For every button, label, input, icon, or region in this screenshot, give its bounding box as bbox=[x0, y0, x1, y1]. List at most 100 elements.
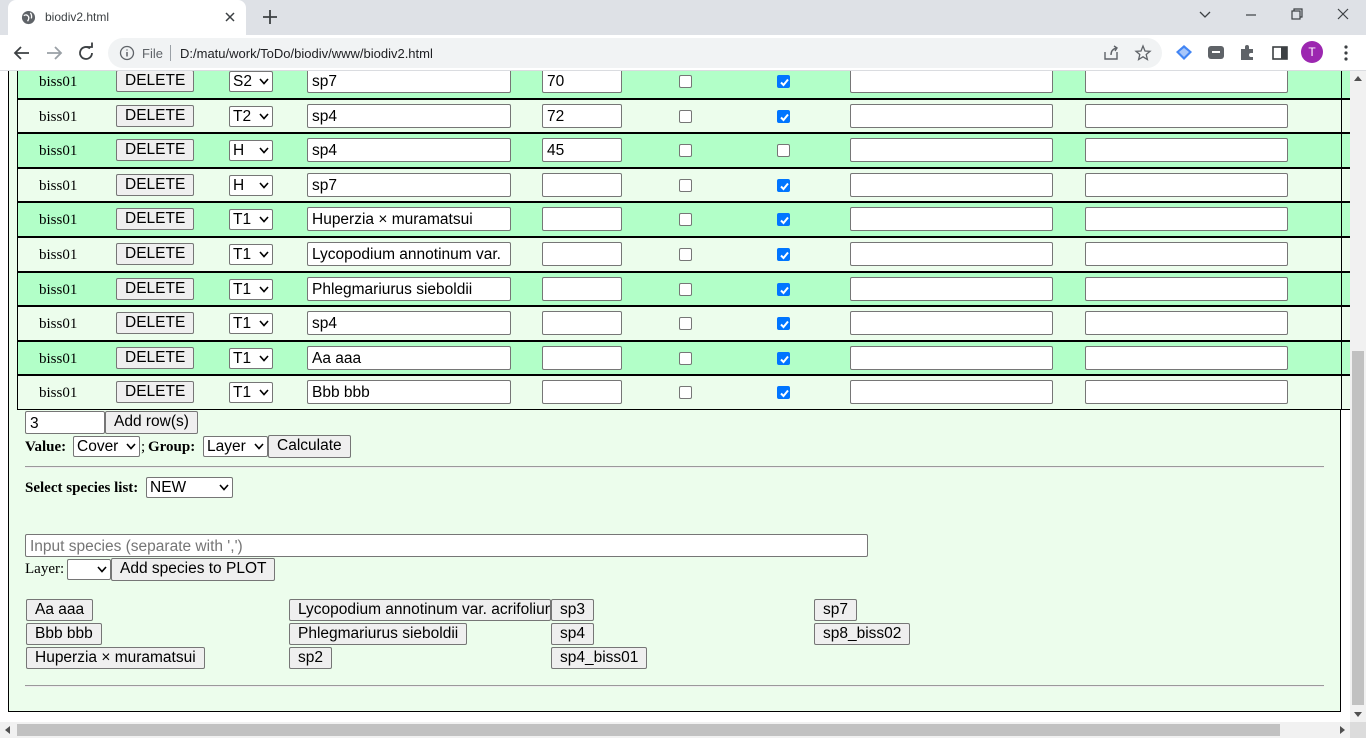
add-rows-button[interactable]: Add row(s) bbox=[105, 411, 198, 434]
checkbox[interactable] bbox=[679, 178, 692, 192]
info-icon[interactable] bbox=[119, 45, 135, 61]
new-tab-icon[interactable] bbox=[260, 7, 280, 27]
layer-select[interactable]: T1 bbox=[229, 209, 273, 231]
layer-select[interactable]: H bbox=[229, 174, 273, 196]
scroll-up-icon[interactable] bbox=[1354, 75, 1362, 81]
species-button[interactable]: sp2 bbox=[289, 647, 332, 669]
checkbox[interactable] bbox=[679, 109, 692, 123]
add-species-button[interactable]: Add species to PLOT bbox=[111, 558, 276, 581]
address-bar[interactable]: File D:/matu/work/ToDo/biodiv/www/biodiv… bbox=[108, 38, 1162, 68]
value-field[interactable]: 70 bbox=[542, 71, 622, 93]
group-select[interactable]: Layer bbox=[203, 436, 268, 457]
checkbox[interactable] bbox=[777, 317, 790, 331]
delete-button[interactable]: DELETE bbox=[116, 277, 194, 300]
species-field[interactable]: sp7 bbox=[307, 71, 511, 93]
species-field[interactable]: sp7 bbox=[307, 172, 511, 197]
value-field[interactable] bbox=[542, 345, 622, 370]
value-field[interactable] bbox=[542, 242, 622, 266]
note-field[interactable] bbox=[850, 276, 1053, 301]
note-field[interactable] bbox=[1085, 71, 1288, 93]
note-field[interactable] bbox=[850, 311, 1053, 336]
layer-select[interactable]: T1 bbox=[229, 382, 273, 404]
more-vert-icon[interactable] bbox=[1334, 41, 1358, 65]
calculate-button[interactable]: Calculate bbox=[268, 435, 351, 458]
checkbox[interactable] bbox=[777, 248, 790, 261]
checkbox[interactable] bbox=[777, 213, 790, 227]
species-field[interactable]: Lycopodium annotinum var. bbox=[307, 242, 511, 266]
layer-select[interactable]: T1 bbox=[229, 244, 273, 265]
side-panel-icon[interactable] bbox=[1270, 43, 1290, 63]
delete-button[interactable]: DELETE bbox=[116, 312, 194, 335]
species-field[interactable]: Bbb bbb bbox=[307, 380, 511, 405]
puzzle-icon[interactable] bbox=[1238, 43, 1258, 63]
url-text[interactable]: D:/matu/work/ToDo/biodiv/www/biodiv2.htm… bbox=[180, 46, 433, 61]
browser-tab[interactable]: biodiv2.html bbox=[8, 0, 246, 35]
species-button[interactable]: sp4 bbox=[551, 623, 594, 645]
delete-button[interactable]: DELETE bbox=[116, 139, 194, 162]
note-field[interactable] bbox=[850, 242, 1053, 266]
scroll-right-icon[interactable] bbox=[1340, 726, 1346, 734]
species-button[interactable]: Bbb bbb bbox=[26, 623, 102, 645]
value-field[interactable] bbox=[542, 276, 622, 301]
layer-select[interactable]: T1 bbox=[229, 278, 273, 300]
note-field[interactable] bbox=[1085, 172, 1288, 197]
species-button[interactable]: sp4_biss01 bbox=[551, 647, 648, 669]
note-field[interactable] bbox=[850, 103, 1053, 128]
scroll-down-icon[interactable] bbox=[1354, 712, 1362, 718]
checkbox[interactable] bbox=[679, 75, 692, 88]
species-field[interactable]: sp4 bbox=[307, 138, 511, 163]
layer-select[interactable] bbox=[67, 559, 111, 580]
value-select[interactable]: Cover bbox=[73, 436, 140, 457]
species-field[interactable]: Aa aaa bbox=[307, 345, 511, 370]
species-button[interactable]: sp8_biss02 bbox=[814, 623, 911, 645]
species-button[interactable]: sp3 bbox=[551, 599, 594, 621]
delete-button[interactable]: DELETE bbox=[116, 208, 194, 231]
delete-button[interactable]: DELETE bbox=[116, 104, 194, 127]
checkbox[interactable] bbox=[777, 282, 790, 296]
note-field[interactable] bbox=[1085, 138, 1288, 163]
species-list-select[interactable]: NEW bbox=[146, 477, 233, 498]
delete-button[interactable]: DELETE bbox=[116, 71, 194, 92]
avatar[interactable]: T bbox=[1301, 41, 1323, 63]
note-field[interactable] bbox=[850, 71, 1053, 93]
note-field[interactable] bbox=[850, 138, 1053, 163]
species-field[interactable]: Huperzia × muramatsui bbox=[307, 207, 511, 232]
species-button[interactable]: Lycopodium annotinum var. acrifolium bbox=[289, 599, 551, 621]
checkbox[interactable] bbox=[777, 109, 790, 123]
scrollbar-thumb[interactable] bbox=[17, 724, 1280, 736]
restore-button[interactable] bbox=[1274, 0, 1320, 32]
note-field[interactable] bbox=[850, 172, 1053, 197]
delete-button[interactable]: DELETE bbox=[116, 346, 194, 369]
tab-search-button[interactable] bbox=[1182, 0, 1228, 32]
note-field[interactable] bbox=[1085, 380, 1288, 405]
layer-select[interactable]: H bbox=[229, 140, 273, 162]
value-field[interactable] bbox=[542, 380, 622, 405]
note-field[interactable] bbox=[850, 345, 1053, 370]
checkbox[interactable] bbox=[679, 248, 692, 261]
species-button[interactable]: Aa aaa bbox=[26, 599, 94, 621]
minimize-button[interactable] bbox=[1228, 0, 1274, 32]
scrollbar-thumb[interactable] bbox=[1352, 351, 1364, 705]
species-button[interactable]: Huperzia × muramatsui bbox=[26, 647, 205, 669]
species-button[interactable]: sp7 bbox=[814, 599, 857, 621]
checkbox[interactable] bbox=[777, 75, 790, 88]
value-field[interactable]: 72 bbox=[542, 103, 622, 128]
note-field[interactable] bbox=[1085, 103, 1288, 128]
note-field[interactable] bbox=[1085, 207, 1288, 232]
note-field[interactable] bbox=[1085, 276, 1288, 301]
species-field[interactable]: sp4 bbox=[307, 103, 511, 128]
checkbox[interactable] bbox=[777, 351, 790, 365]
species-field[interactable]: sp4 bbox=[307, 311, 511, 336]
checkbox[interactable] bbox=[679, 386, 692, 400]
forward-arrow-icon[interactable] bbox=[42, 41, 66, 65]
scroll-left-icon[interactable] bbox=[4, 726, 10, 734]
checkbox[interactable] bbox=[679, 213, 692, 227]
note-field[interactable] bbox=[850, 380, 1053, 405]
delete-button[interactable]: DELETE bbox=[116, 173, 194, 196]
note-field[interactable] bbox=[1085, 242, 1288, 266]
checkbox[interactable] bbox=[679, 144, 692, 158]
checkbox[interactable] bbox=[679, 351, 692, 365]
horizontal-scrollbar[interactable] bbox=[0, 722, 1350, 738]
species-field[interactable]: Phlegmariurus sieboldii bbox=[307, 276, 511, 301]
note-field[interactable] bbox=[1085, 311, 1288, 336]
